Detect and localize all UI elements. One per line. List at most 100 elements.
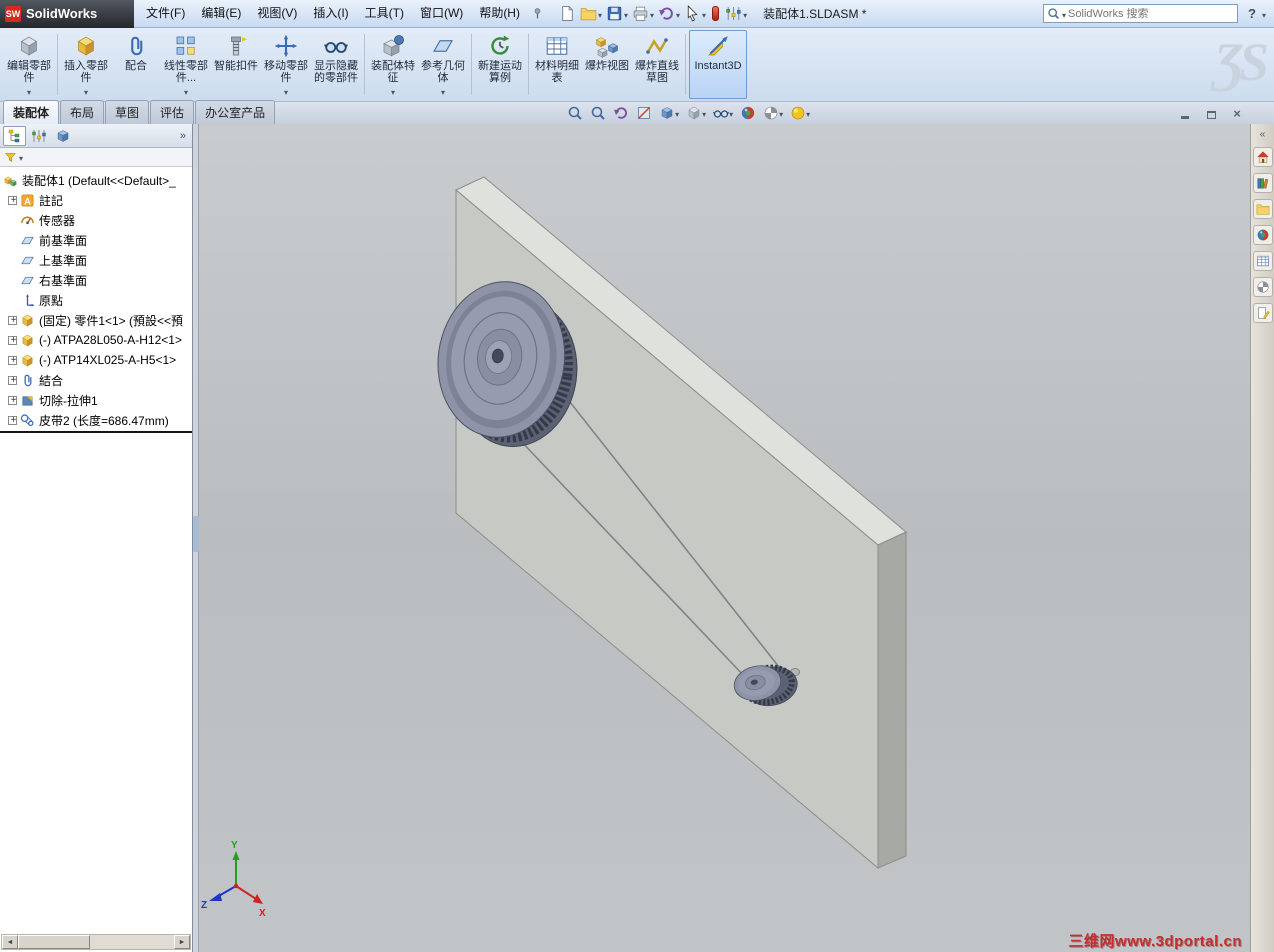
options-dropdown[interactable] xyxy=(743,7,747,21)
menu-view[interactable]: 视图(V) xyxy=(249,0,305,27)
help-dropdown[interactable] xyxy=(1262,7,1266,21)
tab-assembly[interactable]: 装配体 xyxy=(3,100,60,124)
search-box[interactable] xyxy=(1043,4,1239,23)
tree-horizontal-scrollbar[interactable] xyxy=(1,934,191,950)
rx-indicator-icon[interactable] xyxy=(712,6,720,21)
taskpane-file-explorer-tab[interactable] xyxy=(1252,199,1273,219)
zoom-fit-button[interactable] xyxy=(566,104,584,122)
expand-toggle[interactable] xyxy=(8,355,18,366)
select-dropdown[interactable] xyxy=(702,7,706,21)
pin-menu-icon[interactable] xyxy=(531,7,544,20)
section-view-button[interactable] xyxy=(635,104,653,122)
save-button[interactable] xyxy=(604,3,630,24)
propertymanager-tab[interactable] xyxy=(27,126,50,146)
instant3d-button[interactable]: Instant3D xyxy=(689,30,747,99)
hide-show-items-button[interactable] xyxy=(712,104,734,122)
taskpane-view-palette-tab[interactable] xyxy=(1252,303,1273,323)
zoom-area-button[interactable] xyxy=(589,104,607,122)
view-orientation-button[interactable] xyxy=(658,104,680,122)
undo-dropdown[interactable] xyxy=(676,7,680,21)
tree-item-top-plane[interactable]: 上基準面 xyxy=(0,250,192,270)
task-pane-collapse-button[interactable] xyxy=(1260,129,1266,141)
tab-sketch[interactable]: 草图 xyxy=(105,100,150,124)
filter-funnel-icon[interactable] xyxy=(4,151,17,164)
taskpane-design-library-tab[interactable] xyxy=(1252,173,1273,193)
featuremanager-tab[interactable] xyxy=(3,125,26,146)
tree-item-annotations[interactable]: 註記 xyxy=(0,190,192,210)
open-button[interactable] xyxy=(578,3,604,24)
taskpane-appearances-tab[interactable] xyxy=(1252,225,1273,245)
new-document-button[interactable] xyxy=(557,3,578,24)
expand-toggle[interactable] xyxy=(8,335,18,346)
show-hidden-components-button[interactable]: 显示隐藏的零部件 xyxy=(311,30,361,99)
tree-item-sensors[interactable]: 传感器 xyxy=(0,210,192,230)
configurationmanager-tab[interactable] xyxy=(51,126,74,146)
filter-dropdown[interactable] xyxy=(19,150,23,164)
rollback-bar[interactable] xyxy=(0,431,192,433)
orientation-triad[interactable]: Y X Z xyxy=(201,840,266,919)
select-button[interactable] xyxy=(682,3,708,24)
open-dropdown[interactable] xyxy=(598,7,602,21)
menu-window[interactable]: 窗口(W) xyxy=(412,0,471,27)
tree-item-front-plane[interactable]: 前基準面 xyxy=(0,230,192,250)
restore-button[interactable] xyxy=(1204,107,1218,119)
print-button[interactable] xyxy=(630,3,656,24)
menu-help[interactable]: 帮助(H) xyxy=(471,0,528,27)
tree-item-atpa28l050[interactable]: (-) ATPA28L050-A-H12<1> xyxy=(0,330,192,350)
assembly-features-button[interactable]: 装配体特征 xyxy=(368,30,418,99)
save-dropdown[interactable] xyxy=(624,7,628,21)
display-style-button[interactable] xyxy=(685,104,707,122)
expand-toggle[interactable] xyxy=(8,315,18,326)
bill-of-materials-button[interactable]: 材料明细表 xyxy=(532,30,582,99)
menu-tools[interactable]: 工具(T) xyxy=(357,0,412,27)
taskpane-custom-properties-tab[interactable] xyxy=(1252,251,1273,271)
undo-button[interactable] xyxy=(656,3,682,24)
options-button[interactable] xyxy=(723,3,749,24)
linear-pattern-button[interactable]: 线性零部件... xyxy=(161,30,211,99)
taskpane-scenes-tab[interactable] xyxy=(1252,277,1273,297)
tab-office-products[interactable]: 办公室产品 xyxy=(195,100,276,124)
tree-item-belt[interactable]: 皮带2 (长度=686.47mm) xyxy=(0,410,192,430)
plate-part[interactable] xyxy=(455,176,907,870)
move-component-button[interactable]: 移动零部件 xyxy=(261,30,311,99)
exploded-view-button[interactable]: 爆炸视图 xyxy=(582,30,632,99)
new-motion-study-button[interactable]: 新建运动算例 xyxy=(475,30,525,99)
smart-fasteners-button[interactable]: 智能扣件 xyxy=(211,30,261,99)
scroll-left-button[interactable] xyxy=(2,935,18,949)
previous-view-button[interactable] xyxy=(612,104,630,122)
expand-toggle[interactable] xyxy=(8,415,18,426)
explode-line-sketch-button[interactable]: 爆炸直线草图 xyxy=(632,30,682,99)
menu-insert[interactable]: 插入(I) xyxy=(305,0,356,27)
scrollbar-thumb[interactable] xyxy=(18,935,90,949)
tree-item-right-plane[interactable]: 右基準面 xyxy=(0,270,192,290)
print-dropdown[interactable] xyxy=(650,7,654,21)
close-button[interactable] xyxy=(1230,107,1244,119)
scroll-right-button[interactable] xyxy=(174,935,190,949)
insert-component-button[interactable]: 插入零部件 xyxy=(61,30,111,99)
apply-scene-button[interactable] xyxy=(762,104,784,122)
edit-appearance-button[interactable] xyxy=(739,104,757,122)
search-input[interactable] xyxy=(1068,7,1235,20)
menu-file[interactable]: 文件(F) xyxy=(138,0,193,27)
tree-item-atp14xl025[interactable]: (-) ATP14XL025-A-H5<1> xyxy=(0,350,192,370)
menu-edit[interactable]: 编辑(E) xyxy=(193,0,249,27)
tab-evaluate[interactable]: 评估 xyxy=(150,100,195,124)
mate-button[interactable]: 配合 xyxy=(111,30,161,99)
expand-toggle[interactable] xyxy=(8,375,18,386)
expand-toggle[interactable] xyxy=(8,395,18,406)
tree-item-cut-extrude[interactable]: 切除-拉伸1 xyxy=(0,390,192,410)
tree-item-mates[interactable]: 結合 xyxy=(0,370,192,390)
tree-item-part1[interactable]: (固定) 零件1<1> (預設<<預 xyxy=(0,310,192,330)
minimize-button[interactable] xyxy=(1178,107,1192,119)
tab-layout[interactable]: 布局 xyxy=(60,100,105,124)
edit-component-button[interactable]: 编辑零部件 xyxy=(4,30,54,99)
tree-root[interactable]: 装配体1 (Default<<Default>_ xyxy=(0,170,192,190)
graphics-area[interactable]: Y X Z 三维网www.3dportal.cn xyxy=(199,124,1250,952)
search-scope-dropdown[interactable] xyxy=(1062,7,1066,21)
scrollbar-track[interactable] xyxy=(18,935,174,949)
reference-geometry-button[interactable]: 参考几何体 xyxy=(418,30,468,99)
panel-tabs-overflow-button[interactable] xyxy=(177,130,189,142)
tree-item-origin[interactable]: 原點 xyxy=(0,290,192,310)
expand-toggle[interactable] xyxy=(8,195,18,206)
help-button[interactable]: ? xyxy=(1248,6,1256,21)
